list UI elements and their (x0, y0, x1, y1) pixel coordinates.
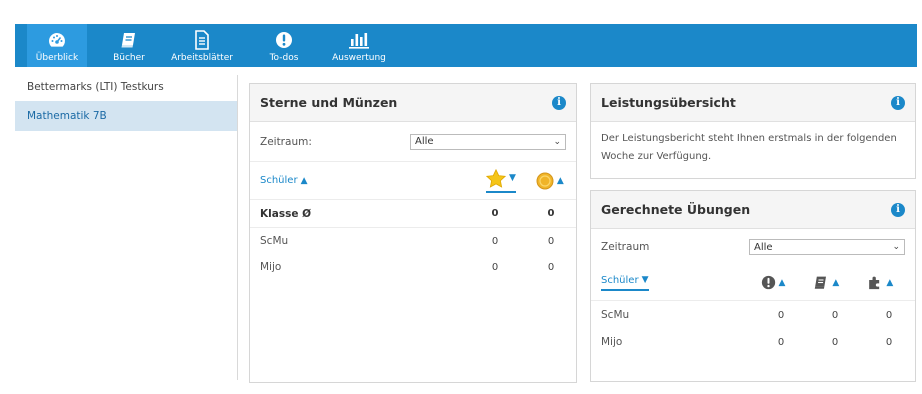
exercises-period-select[interactable]: Alle ⌄ (749, 239, 905, 255)
row-coins: 0 (547, 261, 555, 273)
performance-title: Leistungsübersicht (601, 95, 736, 110)
alert-icon (761, 275, 775, 290)
sort-by-stars[interactable]: ▼ (486, 168, 516, 193)
nav-worksheets-label: Arbeitsblätter (171, 53, 233, 63)
exercises-period-label: Zeitraum (601, 241, 650, 253)
nav-overview[interactable]: Überblick (27, 24, 87, 67)
sort-by-student[interactable]: Schüler ▼ (601, 275, 649, 291)
coin-icon (536, 172, 554, 189)
stars-coins-title: Sterne und Münzen (260, 95, 398, 110)
row-books: 0 (831, 309, 839, 321)
exercises-panel: Gerechnete Übungen i Zeitraum Alle ⌄ Sch… (590, 190, 916, 382)
sort-by-books[interactable]: ▲ (813, 275, 839, 290)
stars-coins-header: Sterne und Münzen i (250, 84, 576, 122)
book-icon (815, 276, 827, 289)
exercises-title: Gerechnete Übungen (601, 202, 751, 217)
row-name: Klasse Ø (260, 207, 312, 220)
sort-by-alerts[interactable]: ▲ (761, 275, 786, 290)
row-stars: 0 (491, 261, 499, 273)
performance-text: Der Leistungsbericht steht Ihnen erstmal… (601, 133, 897, 162)
stars-coins-panel: Sterne und Münzen i Zeitraum: Alle ⌄ Sch… (249, 83, 577, 383)
info-icon[interactable]: i (552, 95, 566, 110)
row-alerts: 0 (777, 309, 785, 321)
sort-by-student[interactable]: Schüler ▲︎ (260, 175, 460, 186)
student-header-label: Schüler (601, 274, 639, 286)
stars-period-label: Zeitraum: (260, 135, 312, 148)
exercises-header: Gerechnete Übungen i (591, 191, 915, 229)
nav-todos-label: To-dos (269, 53, 299, 63)
row-books: 0 (831, 336, 839, 348)
book-icon (120, 29, 138, 51)
row-name: ScMu (601, 309, 630, 321)
stars-period-row: Zeitraum: Alle ⌄ (250, 122, 576, 162)
row-puzzle: 0 (885, 336, 893, 348)
nav-evaluation[interactable]: Auswertung (329, 24, 389, 67)
row-name: Mijo (601, 336, 623, 348)
sort-by-coins[interactable]: ▲ (536, 172, 564, 190)
sort-desc-icon: ▼ (509, 173, 516, 183)
row-alerts: 0 (777, 336, 785, 348)
table-row: ScMu 0 0 (250, 228, 576, 254)
row-name: ScMu (260, 235, 289, 247)
row-coins: 0 (547, 235, 555, 247)
course-sidebar: Bettermarks (LTI) Testkurs Mathematik 7B (15, 75, 238, 380)
performance-panel: Leistungsübersicht i Der Leistungsberich… (590, 83, 916, 179)
nav-evaluation-label: Auswertung (332, 53, 386, 63)
sidebar-item-mathematik-7b[interactable]: Mathematik 7B (15, 101, 237, 131)
table-row: Klasse Ø 0 0 (250, 200, 576, 228)
nav-worksheets[interactable]: Arbeitsblätter (171, 24, 233, 67)
puzzle-icon (869, 276, 880, 290)
worksheet-icon (194, 29, 210, 51)
alert-icon (275, 29, 293, 51)
table-row: Mijo 0 0 0 (591, 329, 915, 355)
sort-icon: ▲ (778, 277, 786, 288)
row-puzzle: 0 (885, 309, 893, 321)
table-row: ScMu 0 0 0 (591, 301, 915, 329)
sort-icon: ▲ (832, 277, 840, 288)
row-stars: 0 (491, 235, 499, 247)
nav-books-label: Bücher (113, 53, 145, 63)
sort-desc-icon: ▼ (641, 275, 649, 285)
student-header-label: Schüler (260, 175, 298, 186)
table-row: Mijo 0 0 (250, 254, 576, 280)
top-nav-bar: Überblick Bücher Arbeitsblätter To-dos A… (15, 24, 917, 67)
info-icon[interactable]: i (891, 202, 905, 217)
chevron-down-icon: ⌄ (553, 136, 561, 147)
row-stars: 0 (491, 208, 499, 219)
exercises-period-value: Alle (754, 241, 773, 253)
sort-by-puzzle[interactable]: ▲ (867, 275, 893, 290)
row-coins: 0 (547, 208, 555, 219)
nav-books[interactable]: Bücher (99, 24, 159, 67)
nav-overview-label: Überblick (35, 53, 79, 63)
dashboard-icon (47, 29, 67, 51)
sidebar-item-testkurs[interactable]: Bettermarks (LTI) Testkurs (15, 75, 237, 99)
stars-period-select[interactable]: Alle ⌄ (410, 133, 566, 150)
info-icon[interactable]: i (891, 95, 905, 110)
row-name: Mijo (260, 261, 282, 273)
star-icon (486, 168, 506, 188)
stars-period-value: Alle (415, 136, 434, 147)
exercises-table-header: Schüler ▼ ▲ ▲ ▲ (591, 265, 915, 301)
sort-icon: ▲ (886, 277, 894, 288)
bar-chart-icon (347, 29, 371, 51)
sort-icon: ▲ (556, 175, 564, 186)
nav-todos[interactable]: To-dos (254, 24, 314, 67)
chevron-down-icon: ⌄ (892, 242, 900, 252)
stars-table-header: Schüler ▲︎ ▼ ▲ (250, 162, 576, 200)
sort-icon: ▲︎ (300, 175, 308, 186)
exercises-period-row: Zeitraum Alle ⌄ (591, 229, 915, 265)
performance-header: Leistungsübersicht i (591, 84, 915, 122)
